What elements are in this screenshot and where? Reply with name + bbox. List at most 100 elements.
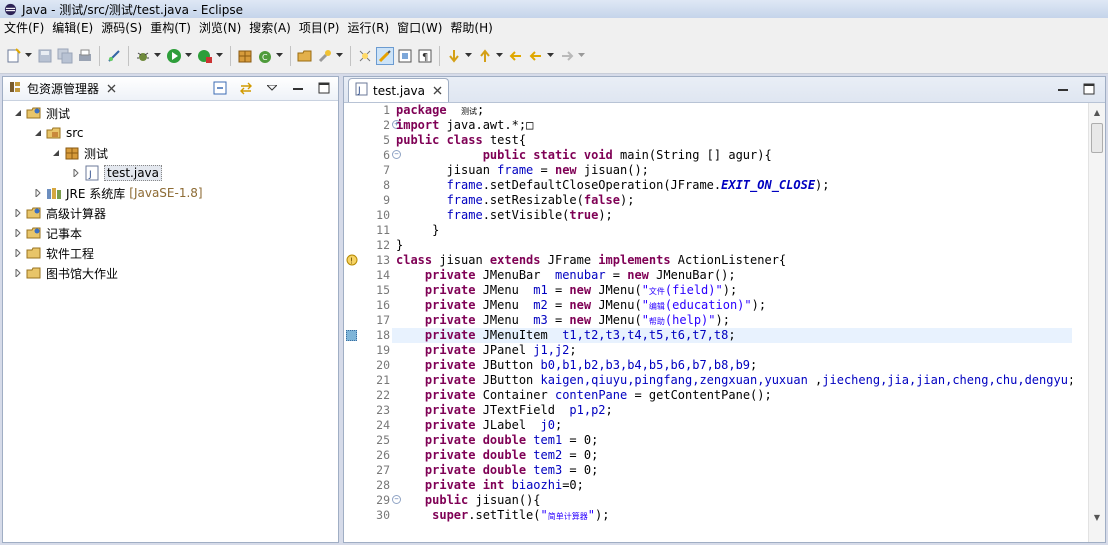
collapsed-triangle-icon[interactable] bbox=[13, 208, 23, 218]
menu-refactor[interactable]: 重构(T) bbox=[146, 18, 195, 38]
open-type-icon[interactable] bbox=[296, 47, 314, 65]
collapse-all-icon[interactable] bbox=[212, 80, 228, 96]
view-menu-icon[interactable] bbox=[264, 80, 280, 96]
code-line[interactable]: private JPanel j1,j2; bbox=[392, 343, 1072, 358]
menu-window[interactable]: 窗口(W) bbox=[393, 18, 446, 38]
code-line[interactable]: class jisuan extends JFrame implements A… bbox=[392, 253, 1072, 268]
minimize-icon[interactable] bbox=[290, 80, 306, 96]
tree-node-project[interactable]: 记事本 bbox=[3, 223, 338, 243]
back-icon[interactable] bbox=[527, 47, 545, 65]
tree-node-project[interactable]: 高级计算器 bbox=[3, 203, 338, 223]
menu-run[interactable]: 运行(R) bbox=[343, 18, 393, 38]
scrollbar-thumb[interactable] bbox=[1091, 123, 1103, 153]
save-all-icon[interactable] bbox=[56, 47, 74, 65]
tree-node-jre[interactable]: JRE 系统库 [JavaSE-1.8] bbox=[3, 183, 338, 203]
code-line[interactable]: frame.setVisible(true); bbox=[392, 208, 1072, 223]
occurrence-marker[interactable] bbox=[346, 330, 357, 341]
code-line[interactable]: frame.setDefaultCloseOperation(JFrame.EX… bbox=[392, 178, 1072, 193]
collapsed-triangle-icon[interactable] bbox=[13, 268, 23, 278]
code-line[interactable]: public class test{ bbox=[392, 133, 1072, 148]
code-line[interactable]: private double tem3 = 0; bbox=[392, 463, 1072, 478]
expanded-triangle-icon[interactable] bbox=[13, 108, 23, 118]
new-icon[interactable] bbox=[5, 47, 23, 65]
next-annotation-dropdown-icon[interactable] bbox=[464, 47, 472, 65]
expanded-triangle-icon[interactable] bbox=[33, 128, 43, 138]
menu-edit[interactable]: 编辑(E) bbox=[48, 18, 97, 38]
scroll-up-arrow-icon[interactable]: ▲ bbox=[1089, 105, 1105, 119]
code-line[interactable]: private JMenu m2 = new JMenu("编辑(educati… bbox=[392, 298, 1072, 313]
close-icon[interactable] bbox=[433, 84, 442, 98]
back-dropdown-icon[interactable] bbox=[546, 47, 554, 65]
new-java-class-icon[interactable]: C bbox=[256, 47, 274, 65]
last-edit-location-icon[interactable] bbox=[507, 47, 525, 65]
warning-marker-icon[interactable]: ! bbox=[346, 254, 358, 266]
code-line[interactable]: private JMenuItem t1,t2,t3,t4,t5,t6,t7,t… bbox=[392, 328, 1072, 343]
search-dropdown-icon[interactable] bbox=[335, 47, 343, 65]
collapsed-triangle-icon[interactable] bbox=[71, 168, 81, 178]
save-icon[interactable] bbox=[36, 47, 54, 65]
block-selection-icon[interactable] bbox=[396, 47, 414, 65]
code-line[interactable]: private JButton kaigen,qiuyu,pingfang,ze… bbox=[392, 373, 1072, 388]
code-line[interactable]: private Container contenPane = getConten… bbox=[392, 388, 1072, 403]
menu-file[interactable]: 文件(F) bbox=[0, 18, 48, 38]
tree-node-project[interactable]: 测试 bbox=[3, 103, 338, 123]
code-line[interactable]: import java.awt.*;□ bbox=[392, 118, 1072, 133]
code-line[interactable]: } bbox=[392, 223, 1072, 238]
menu-source[interactable]: 源码(S) bbox=[97, 18, 146, 38]
tree-node-package[interactable]: 测试 bbox=[3, 143, 338, 163]
code-line[interactable]: private JMenu m3 = new JMenu("帮助(help)")… bbox=[392, 313, 1072, 328]
code-line[interactable]: private double tem1 = 0; bbox=[392, 433, 1072, 448]
run-icon[interactable] bbox=[165, 47, 183, 65]
code-line[interactable]: frame.setResizable(false); bbox=[392, 193, 1072, 208]
collapsed-triangle-icon[interactable] bbox=[13, 248, 23, 258]
scroll-down-arrow-icon[interactable]: ▼ bbox=[1089, 510, 1105, 524]
menu-search[interactable]: 搜索(A) bbox=[245, 18, 295, 38]
previous-annotation-icon[interactable] bbox=[476, 47, 494, 65]
editor-vertical-scrollbar[interactable]: ▲ ▼ bbox=[1088, 103, 1105, 542]
collapsed-triangle-icon[interactable] bbox=[33, 188, 43, 198]
skip-breakpoints-icon[interactable] bbox=[105, 47, 123, 65]
new-java-package-icon[interactable] bbox=[236, 47, 254, 65]
debug-icon[interactable] bbox=[134, 47, 152, 65]
code-line[interactable]: private double tem2 = 0; bbox=[392, 448, 1072, 463]
code-line[interactable]: package 测试; bbox=[392, 103, 1072, 118]
close-icon[interactable] bbox=[107, 82, 116, 96]
next-annotation-icon[interactable] bbox=[445, 47, 463, 65]
code-line[interactable]: private JTextField p1,p2; bbox=[392, 403, 1072, 418]
menu-project[interactable]: 项目(P) bbox=[295, 18, 344, 38]
expanded-triangle-icon[interactable] bbox=[51, 148, 61, 158]
forward-dropdown-icon[interactable] bbox=[577, 47, 585, 65]
link-with-editor-icon[interactable] bbox=[238, 80, 254, 96]
maximize-icon[interactable] bbox=[1081, 81, 1097, 97]
show-whitespace-icon[interactable]: ¶ bbox=[416, 47, 434, 65]
previous-annotation-dropdown-icon[interactable] bbox=[495, 47, 503, 65]
search-icon[interactable] bbox=[316, 47, 334, 65]
toggle-highlight-icon[interactable] bbox=[376, 46, 394, 65]
run-dropdown-icon[interactable] bbox=[184, 47, 192, 65]
minimize-icon[interactable] bbox=[1055, 81, 1071, 97]
forward-icon[interactable] bbox=[558, 47, 576, 65]
tree-node-project[interactable]: 软件工程 bbox=[3, 243, 338, 263]
code-text-area[interactable]: package 测试; import java.awt.*;□ public cla… bbox=[392, 103, 1072, 542]
tab-package-explorer[interactable]: 包资源管理器 bbox=[3, 77, 122, 101]
code-line[interactable]: private int biaozhi=0; bbox=[392, 478, 1072, 493]
maximize-icon[interactable] bbox=[316, 80, 332, 96]
tree-node-src[interactable]: src bbox=[3, 123, 338, 143]
collapsed-triangle-icon[interactable] bbox=[13, 228, 23, 238]
code-line[interactable]: private JMenuBar menubar = new JMenuBar(… bbox=[392, 268, 1072, 283]
new-java-class-dropdown-icon[interactable] bbox=[275, 47, 283, 65]
toggle-mark-occurrences-icon[interactable] bbox=[356, 47, 374, 65]
code-line[interactable]: private JLabel j0; bbox=[392, 418, 1072, 433]
menu-help[interactable]: 帮助(H) bbox=[446, 18, 496, 38]
code-line[interactable]: public jisuan(){ bbox=[392, 493, 1072, 508]
external-tools-dropdown-icon[interactable] bbox=[215, 47, 223, 65]
tab-test-java[interactable]: J test.java bbox=[348, 78, 450, 102]
print-icon[interactable] bbox=[76, 47, 94, 65]
tree-node-project[interactable]: 图书馆大作业 bbox=[3, 263, 338, 283]
code-line[interactable]: jisuan frame = new jisuan(); bbox=[392, 163, 1072, 178]
code-line[interactable]: super.setTitle("简单计算器"); bbox=[392, 508, 1072, 523]
new-dropdown-icon[interactable] bbox=[24, 47, 32, 65]
code-line[interactable]: private JButton b0,b1,b2,b3,b4,b5,b6,b7,… bbox=[392, 358, 1072, 373]
code-line[interactable]: public static void main(String [] agur){ bbox=[392, 148, 1072, 163]
external-tools-icon[interactable] bbox=[196, 47, 214, 65]
